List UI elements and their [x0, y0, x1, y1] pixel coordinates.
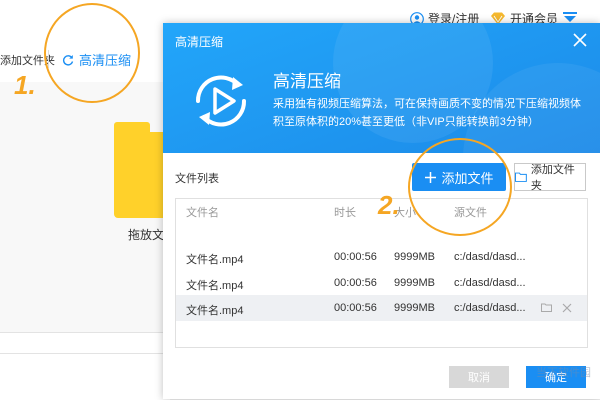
cell-name: 文件名.mp4: [186, 280, 244, 292]
cell-path: c:/dasd/dasd...: [454, 251, 526, 263]
divider: [0, 353, 170, 354]
cell-name: 文件名.mp4: [186, 254, 244, 266]
step-number: 1.: [14, 70, 36, 100]
highlight-ring: [44, 3, 140, 103]
cell-size: 9999MB: [394, 277, 435, 289]
play-cycle-icon: [195, 75, 247, 127]
add-folder-button[interactable]: 添加文件夹: [514, 163, 586, 192]
dialog-header: 高清压缩 高清压缩 采用独有视频压缩算法，可在保持画质不变的情况下压缩视频体积至…: [163, 23, 600, 153]
cell-path: c:/dasd/dasd...: [454, 302, 526, 314]
step-number: 2.: [378, 190, 400, 220]
highlight-ring: [408, 138, 512, 236]
watermark: 当下软件园: [536, 367, 591, 379]
dialog-description: 采用独有视频压缩算法，可在保持画质不变的情况下压缩视频体积至原体积的20%甚至更…: [273, 98, 581, 128]
cancel-button[interactable]: 取消: [449, 366, 509, 388]
column-header-name: 文件名: [186, 207, 219, 219]
dialog-heading: 高清压缩: [273, 72, 341, 91]
add-folder-label: 添加文件夹: [530, 164, 575, 192]
close-icon[interactable]: [571, 31, 589, 49]
file-list-label: 文件列表: [175, 173, 219, 185]
cell-path: c:/dasd/dasd...: [454, 277, 526, 289]
cell-name: 文件名.mp4: [186, 305, 244, 317]
column-header-duration: 时长: [334, 207, 356, 219]
dialog-title: 高清压缩: [175, 35, 224, 49]
cell-duration: 00:00:56: [334, 251, 377, 263]
cell-duration: 00:00:56: [334, 277, 377, 289]
table-row-selected[interactable]: 文件名.mp4 00:00:56 9999MB c:/dasd/dasd...: [176, 295, 587, 321]
cell-size: 9999MB: [394, 251, 435, 263]
cell-duration: 00:00:56: [334, 302, 377, 314]
open-folder-icon[interactable]: [541, 303, 552, 312]
menu-icon[interactable]: [563, 12, 577, 22]
table-row[interactable]: 文件名.mp4 00:00:56 9999MB c:/dasd/dasd...: [176, 244, 587, 270]
delete-icon[interactable]: [562, 303, 572, 313]
folder-outline-icon: [515, 172, 527, 182]
cell-size: 9999MB: [394, 302, 435, 314]
table-row[interactable]: 文件名.mp4 00:00:56 9999MB c:/dasd/dasd...: [176, 270, 587, 296]
bottom-bar: [0, 332, 170, 400]
